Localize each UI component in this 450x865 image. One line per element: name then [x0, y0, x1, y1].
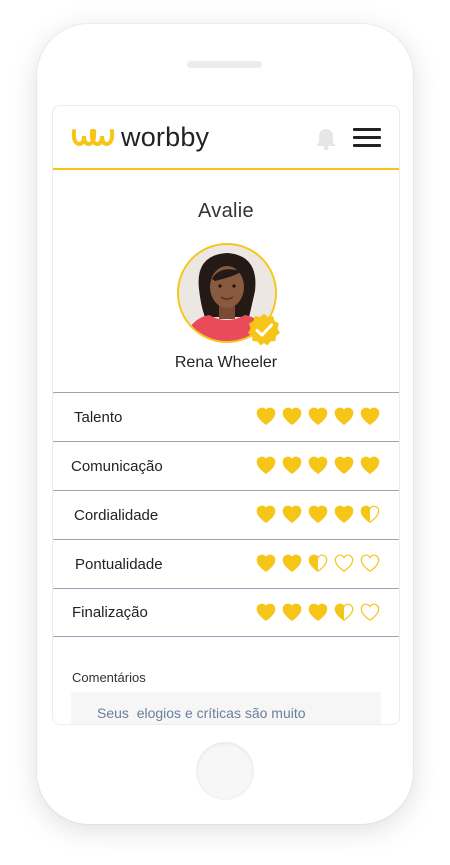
heart-rating[interactable] — [255, 406, 381, 426]
home-button[interactable] — [196, 742, 254, 800]
heart-icon-half[interactable] — [333, 602, 355, 622]
heart-icon-empty[interactable] — [333, 553, 355, 573]
heart-icon-full[interactable] — [333, 406, 355, 426]
rating-label: Cordialidade — [74, 506, 159, 524]
heart-icon-full[interactable] — [255, 553, 277, 573]
verified-badge-icon — [248, 314, 280, 346]
phone-frame: worbby Avalie Rena Wheeler Talento Comun… — [37, 24, 413, 824]
heart-icon-full[interactable] — [307, 406, 329, 426]
rating-row-cordialidade: Cordialidade — [53, 490, 399, 539]
heart-icon-full[interactable] — [255, 504, 277, 524]
rating-label: Talento — [74, 408, 123, 426]
rating-label: Comunicação — [71, 457, 163, 475]
rating-row-pontualidade: Pontualidade — [53, 539, 399, 588]
heart-icon-full[interactable] — [281, 553, 303, 573]
heart-rating[interactable] — [255, 504, 381, 524]
heart-icon-empty[interactable] — [359, 602, 381, 622]
bell-icon[interactable] — [315, 127, 337, 151]
page-title: Avalie — [198, 200, 254, 222]
heart-icon-full[interactable] — [333, 504, 355, 524]
rating-row-finalizacao: Finalização — [53, 588, 399, 637]
app-screen: worbby Avalie Rena Wheeler Talento Comun… — [52, 105, 400, 725]
heart-icon-full[interactable] — [359, 406, 381, 426]
heart-icon-full[interactable] — [307, 602, 329, 622]
heart-rating[interactable] — [255, 602, 381, 622]
profile-avatar — [177, 243, 280, 346]
heart-icon-full[interactable] — [281, 406, 303, 426]
menu-icon[interactable] — [353, 128, 381, 148]
comments-input[interactable] — [71, 692, 381, 724]
heart-icon-full[interactable] — [281, 504, 303, 524]
heart-icon-empty[interactable] — [359, 553, 381, 573]
rating-label: Pontualidade — [75, 555, 163, 573]
brand-logo[interactable]: worbby — [71, 122, 209, 153]
rating-label: Finalização — [72, 604, 148, 621]
heart-icon-full[interactable] — [307, 455, 329, 475]
comments-label: Comentários — [72, 670, 146, 685]
ratings-list: Talento Comunicação Cordialidade Pontual… — [53, 392, 399, 637]
heart-icon-full[interactable] — [307, 504, 329, 524]
top-bar: worbby — [53, 106, 399, 170]
heart-icon-full[interactable] — [281, 602, 303, 622]
heart-icon-full[interactable] — [255, 602, 277, 622]
heart-icon-full[interactable] — [255, 406, 277, 426]
rating-row-comunicacao: Comunicação — [53, 441, 399, 490]
phone-speaker — [187, 61, 262, 68]
heart-icon-full[interactable] — [255, 455, 277, 475]
heart-rating[interactable] — [255, 553, 381, 573]
worbby-logo-icon — [71, 128, 115, 146]
heart-icon-full[interactable] — [333, 455, 355, 475]
heart-icon-full[interactable] — [281, 455, 303, 475]
heart-icon-full[interactable] — [359, 455, 381, 475]
profile-name: Rena Wheeler — [174, 354, 278, 371]
brand-name: worbby — [121, 122, 210, 152]
heart-icon-half[interactable] — [307, 553, 329, 573]
rating-row-talento: Talento — [53, 392, 399, 441]
heart-rating[interactable] — [255, 455, 381, 475]
heart-icon-half[interactable] — [359, 504, 381, 524]
